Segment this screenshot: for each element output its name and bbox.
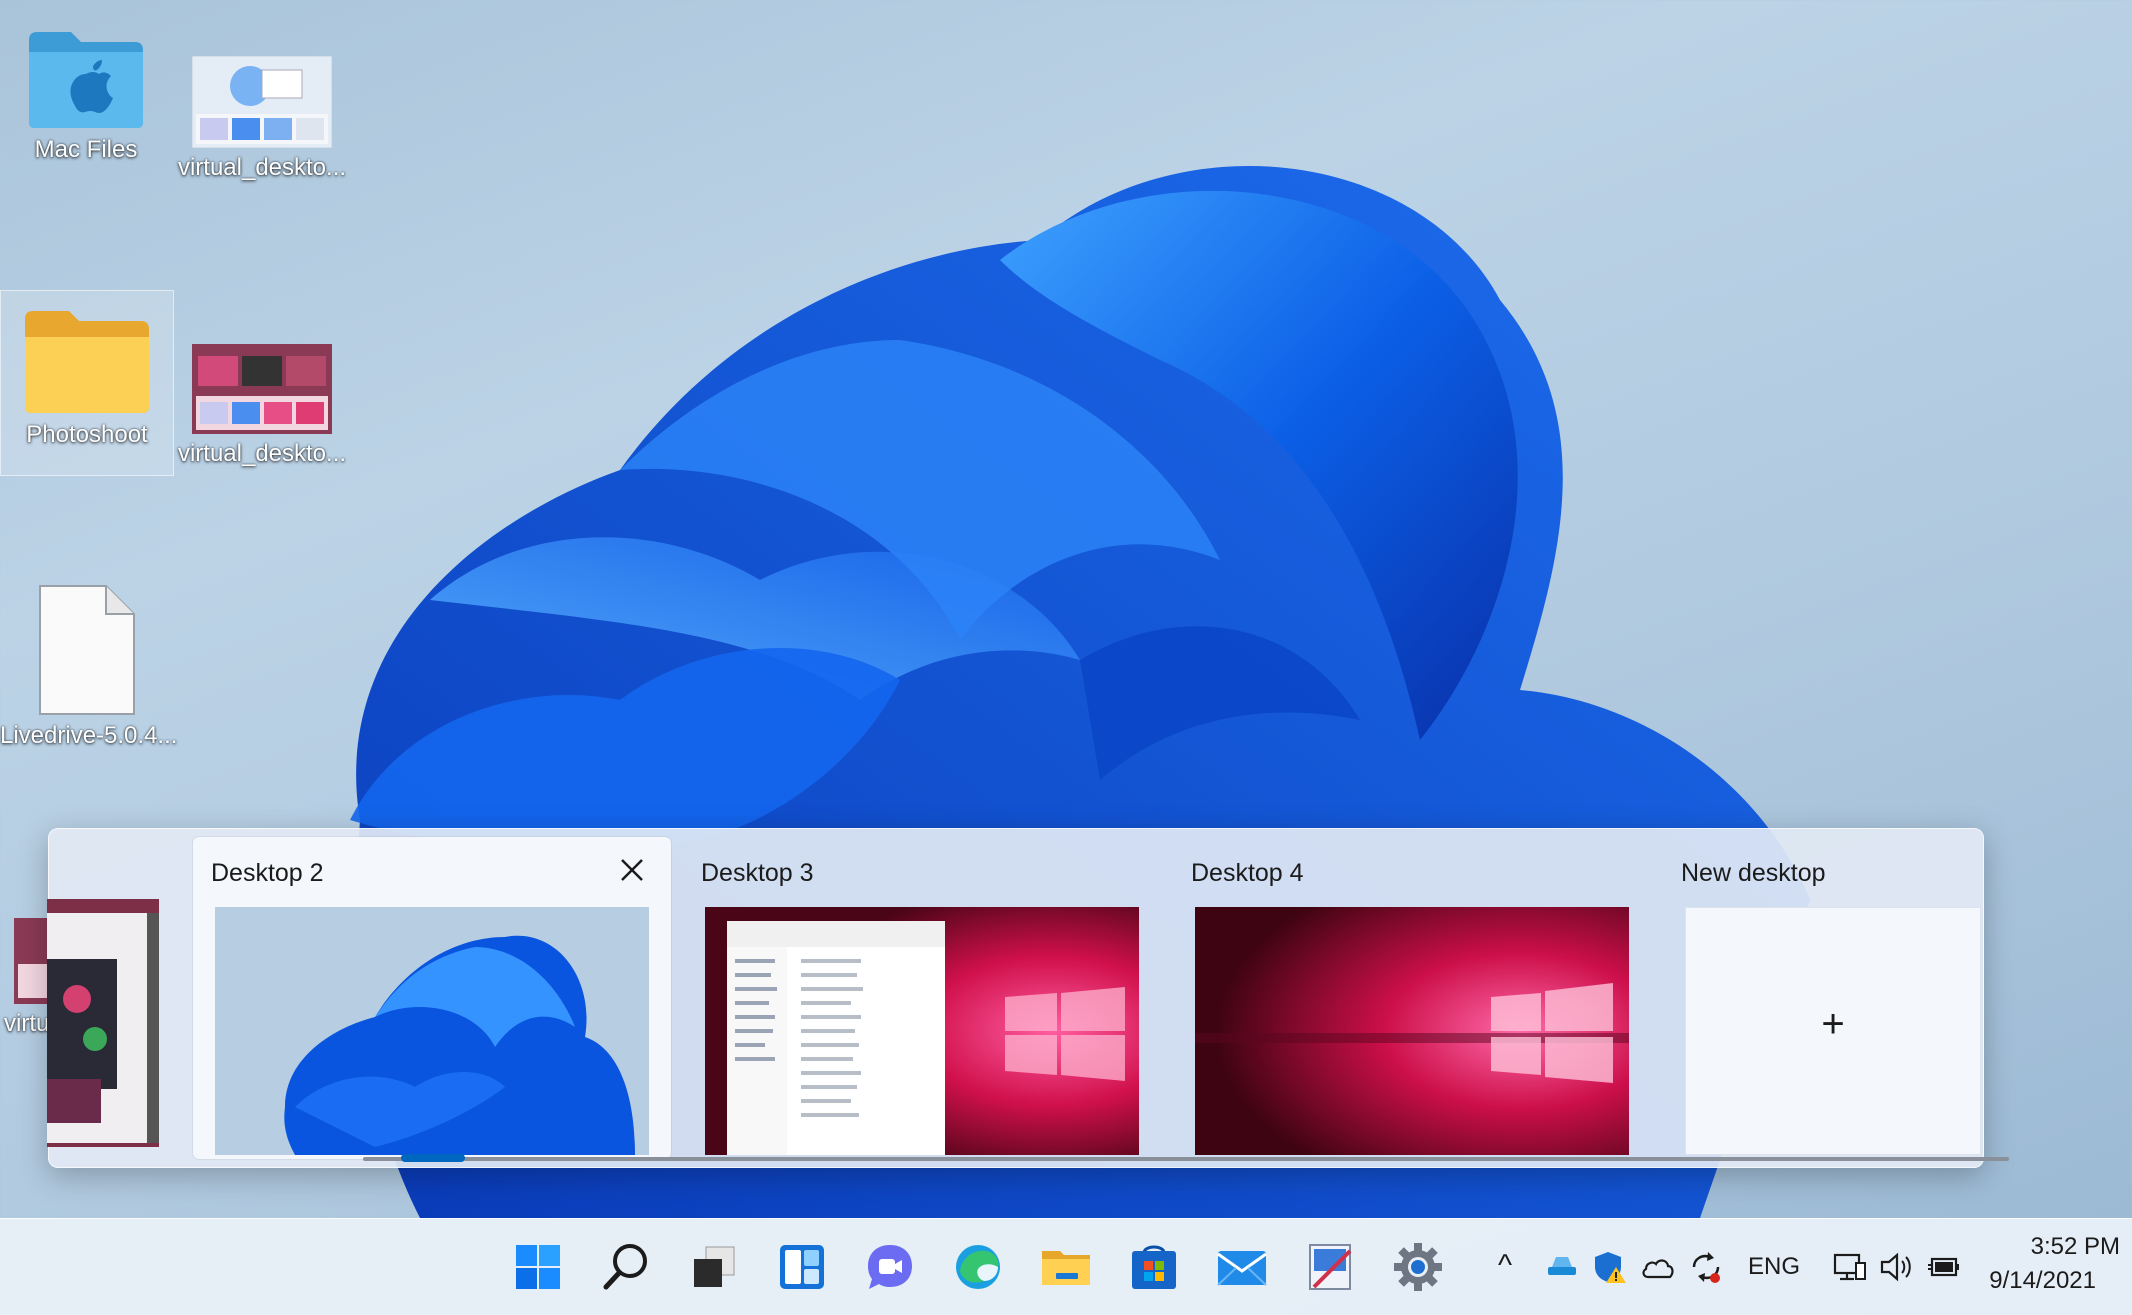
display-icon[interactable]	[1832, 1249, 1868, 1285]
image-thumbnail-icon	[192, 56, 332, 148]
desktop-4-thumbnail	[1195, 907, 1629, 1155]
battery-charging-icon[interactable]	[1926, 1249, 1962, 1285]
language-indicator[interactable]: ENG	[1748, 1253, 1800, 1281]
desktop-3-card[interactable]: Desktop 3	[683, 837, 1161, 1159]
desktop-1-thumbnail-image	[47, 899, 159, 1147]
clock-date[interactable]: 9/14/2021	[1980, 1267, 2096, 1295]
desktop-icon-photoshoot[interactable]: Photoshoot	[0, 290, 174, 476]
mail-icon[interactable]	[1212, 1237, 1272, 1297]
file-icon	[39, 585, 135, 715]
desktop-icon-virtual-desktop-1[interactable]: virtual_deskto...	[176, 56, 348, 182]
desktop-icon-virtual-desktop-2[interactable]: virtual_deskto...	[176, 344, 348, 468]
folder-apple-icon	[29, 32, 143, 128]
store-icon[interactable]	[1124, 1237, 1184, 1297]
desktop-4-title: Desktop 4	[1191, 859, 1304, 887]
close-icon[interactable]	[617, 855, 647, 885]
image-thumbnail-icon	[192, 344, 332, 434]
search-icon[interactable]	[596, 1237, 656, 1297]
desktop-4-card[interactable]: Desktop 4	[1173, 837, 1651, 1159]
snipping-tool-icon[interactable]	[1300, 1237, 1360, 1297]
settings-icon[interactable]	[1388, 1237, 1448, 1297]
new-desktop-button[interactable]: +	[1685, 907, 1981, 1155]
desktop-2-card[interactable]: Desktop 2	[193, 837, 671, 1159]
task-view-panel: Desktop 2 Desktop 3 Desktop 4 New deskto…	[47, 828, 2009, 1168]
plus-icon: +	[1821, 1002, 1845, 1046]
edge-icon[interactable]	[948, 1237, 1008, 1297]
security-warning-icon[interactable]	[1592, 1249, 1628, 1285]
desktop-icon-label: Mac Files	[34, 136, 138, 163]
show-hidden-icons-chevron[interactable]: ^	[1498, 1249, 1512, 1283]
desktop-icon-label: Livedrive-5.0.4...	[0, 722, 178, 749]
desktop-2-title: Desktop 2	[211, 859, 324, 887]
horizontal-scrollbar-track[interactable]	[363, 1157, 2009, 1161]
desktop-icon-label: virtu	[4, 1010, 48, 1037]
sync-icon[interactable]	[1688, 1249, 1724, 1285]
desktop-3-title: Desktop 3	[701, 859, 814, 887]
desktop-3-thumbnail-image	[705, 907, 1139, 1155]
active-desktop-indicator	[401, 1154, 465, 1162]
new-desktop-title: New desktop	[1681, 859, 1826, 887]
desktop-icon-label: Photoshoot	[26, 421, 148, 448]
desktop-icon-livedrive[interactable]: Livedrive-5.0.4...	[0, 584, 178, 750]
desktop-icon-label: virtual_deskto...	[177, 440, 347, 467]
desktop-icon-virtual-desktop-3-partial[interactable]: virtu	[0, 914, 48, 1038]
desktop-3-thumbnail	[705, 907, 1139, 1155]
desktop-4-thumbnail-image	[1195, 907, 1629, 1155]
desktop-2-thumbnail-image	[215, 907, 649, 1155]
chat-icon[interactable]	[860, 1237, 920, 1297]
task-view-icon[interactable]	[684, 1237, 744, 1297]
volume-icon[interactable]	[1878, 1249, 1914, 1285]
start-icon[interactable]	[508, 1237, 568, 1297]
desktop-icon-mac-files[interactable]: Mac Files	[0, 26, 172, 164]
desktop-2-thumbnail	[215, 907, 649, 1155]
new-desktop-card[interactable]: New desktop +	[1663, 837, 1983, 1159]
folder-icon	[25, 311, 149, 413]
taskbar: ^ ENG 3:52 PM 9/14/2021	[0, 1218, 2132, 1315]
clock-time[interactable]: 3:52 PM	[2010, 1233, 2120, 1261]
onedrive-icon[interactable]	[1640, 1249, 1676, 1285]
image-thumbnail-icon	[14, 918, 48, 1004]
network-drive-icon[interactable]	[1544, 1249, 1580, 1285]
file-explorer-icon[interactable]	[1036, 1237, 1096, 1297]
desktop-1-partial-thumbnail[interactable]	[47, 899, 159, 1147]
desktop-icon-label: virtual_deskto...	[177, 154, 347, 181]
widgets-icon[interactable]	[772, 1237, 832, 1297]
